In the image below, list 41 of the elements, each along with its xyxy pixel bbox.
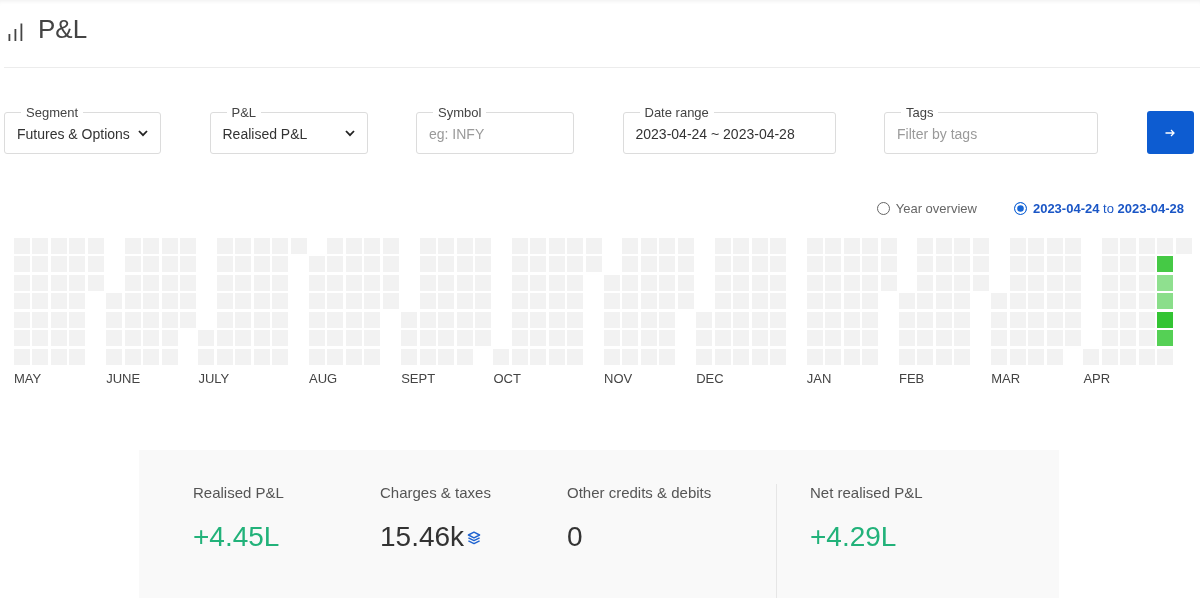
layers-icon[interactable] [467, 530, 482, 545]
month-label: APR [1083, 370, 1111, 387]
stat-label: Net realised P&L [810, 483, 923, 502]
month-label: JULY [198, 370, 230, 387]
month-label: JUNE [106, 370, 141, 387]
dropdown-field[interactable]: P&L Realised P&L [209, 105, 368, 154]
radio-button[interactable] [876, 201, 890, 215]
stat-value: 0 [567, 519, 583, 554]
arrow-right-icon [1165, 128, 1175, 137]
field-label: Tags [905, 105, 935, 120]
input-field[interactable]: Date range 2023-04-24 ~ 2023-04-28 [622, 105, 836, 154]
stat-label: Realised P&L [193, 483, 284, 502]
field-label: Date range [643, 105, 710, 120]
month-label: NOV [604, 370, 633, 387]
month-label: DEC [696, 370, 724, 387]
chevron-down-icon [138, 130, 148, 137]
page-title: P&L [38, 13, 88, 45]
month-label: OCT [493, 370, 521, 387]
option-label[interactable]: Year overview [895, 200, 977, 216]
stat-label: Charges & taxes [380, 483, 491, 502]
field-label: Symbol [437, 105, 483, 120]
radio-button[interactable] [1013, 201, 1027, 215]
month-label: SEPT [401, 370, 436, 387]
stat-value: +4.29L [810, 519, 897, 554]
field-label: P&L [230, 105, 258, 120]
bar-chart-icon [8, 22, 23, 41]
chevron-down-icon [344, 130, 355, 137]
stat-label: Other credits & debits [567, 483, 712, 502]
month-label: FEB [899, 370, 925, 387]
stat-value: +4.45L [193, 519, 280, 554]
month-label: AUG [309, 370, 338, 387]
input-field[interactable]: Tags Filter by tags [884, 105, 1098, 154]
month-label: JAN [806, 370, 832, 387]
field-label: Segment [25, 105, 80, 120]
month-label: MAY [14, 370, 42, 387]
stat-value: 15.46k [380, 519, 465, 554]
input-field[interactable]: Symbol eg: INFY [416, 105, 574, 154]
dropdown-field[interactable]: Segment Futures & Options [4, 105, 161, 154]
submit-button[interactable] [1146, 111, 1194, 154]
option-label[interactable]: 2023-04-24 to 2023-04-28 [1032, 200, 1184, 216]
month-label: MAR [991, 370, 1021, 387]
